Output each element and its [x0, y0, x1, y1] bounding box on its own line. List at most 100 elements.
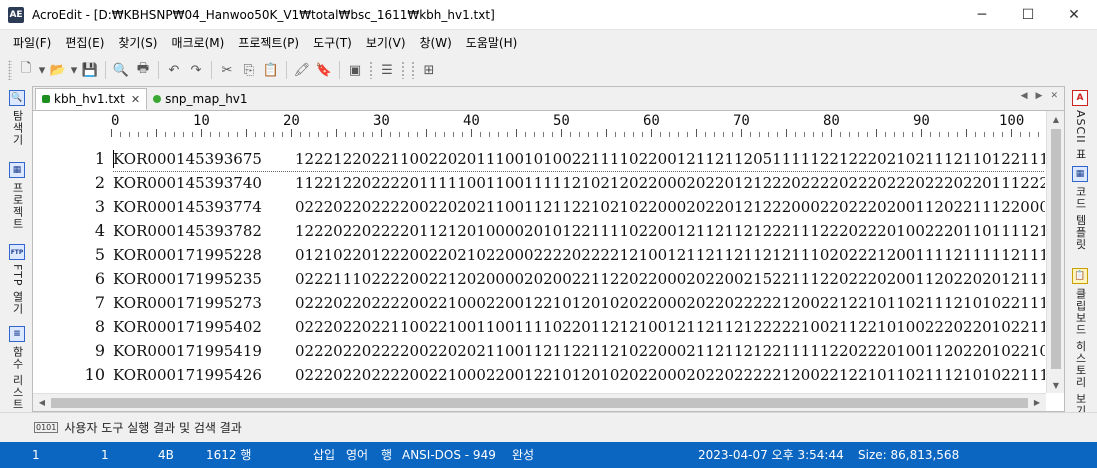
- toolbar-grip[interactable]: [8, 60, 12, 80]
- horizontal-scrollbar[interactable]: ◀ ▶: [33, 393, 1046, 411]
- paste-icon[interactable]: 📋: [260, 59, 282, 81]
- status-wrap-mode[interactable]: 행: [381, 442, 392, 468]
- line-number-gutter: 1 2 3 4 5 6 7 8 9 10: [33, 147, 107, 385]
- side-tab-function-list[interactable]: ≡ 함수 리스트: [6, 326, 28, 411]
- toolbar-separator: [211, 61, 212, 79]
- text-line[interactable]: KOR000145393675 1222122022110022020111001…: [113, 147, 1045, 172]
- new-dropdown-icon[interactable]: ▾: [37, 59, 47, 81]
- toolbar-separator: [105, 61, 106, 79]
- status-line: 1: [32, 448, 40, 462]
- vertical-scroll-thumb[interactable]: [1051, 129, 1061, 369]
- redo-icon[interactable]: ↷: [185, 59, 207, 81]
- genotype-data: 0222022022220022100022001221012010202200…: [295, 294, 1045, 312]
- side-tab-label: 탐색기: [11, 110, 24, 146]
- text-line[interactable]: KOR000145393774 0222022022220022020211001…: [113, 195, 1045, 219]
- side-tab-label: 함수 리스트: [11, 346, 24, 411]
- side-tab-project[interactable]: ▦ 프로젝트: [6, 162, 28, 230]
- text-line[interactable]: KOR000171995273 0222022022220022100022001…: [113, 291, 1045, 315]
- animal-id: KOR000171995402: [113, 318, 262, 336]
- new-file-icon[interactable]: 🗋: [15, 59, 37, 81]
- highlight-icon[interactable]: 🖍: [291, 59, 313, 81]
- line-number: 6: [94, 269, 105, 288]
- output-panel[interactable]: 0101 사용자 도구 실행 결과 및 검색 결과: [0, 412, 1097, 442]
- vertical-scrollbar[interactable]: ▲ ▼: [1046, 111, 1064, 393]
- maximize-button[interactable]: ☐: [1005, 0, 1051, 30]
- print-icon[interactable]: 🖶: [132, 59, 154, 81]
- tab-label: kbh_hv1.txt: [54, 92, 125, 106]
- text-line[interactable]: KOR000145393782 1222022022220112120100002…: [113, 219, 1045, 243]
- minimize-button[interactable]: ─: [959, 0, 1005, 30]
- save-icon[interactable]: 💾: [79, 59, 101, 81]
- scroll-right-icon[interactable]: ▶: [1028, 394, 1046, 410]
- status-autocomplete[interactable]: 완성: [512, 442, 534, 468]
- open-dropdown-icon[interactable]: ▾: [69, 59, 79, 81]
- left-side-panel: 🔍 탐색기 ▦ 프로젝트 FTP FTP 열기 ≡ 함수 리스트: [0, 86, 32, 442]
- line-number: 10: [84, 365, 105, 384]
- side-tab-ascii[interactable]: A ASCII 표: [1069, 90, 1091, 160]
- tab-kbh-hv1[interactable]: kbh_hv1.txt ✕: [35, 88, 148, 110]
- ruler-ticks: [111, 129, 1045, 137]
- scroll-down-icon[interactable]: ▼: [1047, 377, 1065, 393]
- ruler-label: 80: [823, 113, 840, 129]
- status-line-count: 1612 행: [206, 448, 252, 462]
- copy-icon[interactable]: ⎘: [238, 59, 260, 81]
- open-folder-icon[interactable]: 📂: [47, 59, 69, 81]
- bookmark-icon[interactable]: 🔖: [313, 59, 335, 81]
- menu-macro[interactable]: 매크로(M): [164, 30, 231, 56]
- tab-close-all-icon[interactable]: ✕: [1050, 91, 1058, 101]
- menu-file[interactable]: 파일(F): [6, 30, 58, 56]
- text-line[interactable]: KOR000171995228 0121022012220022021022000…: [113, 243, 1045, 267]
- toggle-panel-icon[interactable]: ▣: [344, 59, 366, 81]
- menu-edit[interactable]: 편집(E): [58, 30, 111, 56]
- animal-id: KOR000171995228: [113, 246, 262, 264]
- tab-prev-icon[interactable]: ◀: [1021, 91, 1028, 101]
- side-tab-explorer[interactable]: 🔍 탐색기: [6, 90, 28, 146]
- output-panel-label[interactable]: 사용자 도구 실행 결과 및 검색 결과: [64, 419, 241, 436]
- toolbar: 🗋 ▾ 📂 ▾ 💾 🔍 🖶 ↶ ↷ ✂ ⎘ 📋 🖍 🔖 ▣ ☰ ⊞: [0, 56, 1097, 84]
- undo-icon[interactable]: ↶: [163, 59, 185, 81]
- tab-next-icon[interactable]: ▶: [1036, 91, 1043, 101]
- menu-tools[interactable]: 도구(T): [306, 30, 359, 56]
- text-line[interactable]: KOR000171995235 0222111022220022120200002…: [113, 267, 1045, 291]
- tab-navigation: ◀ ▶ ✕: [1021, 91, 1058, 101]
- ruler-label: 90: [913, 113, 930, 129]
- cut-icon[interactable]: ✂: [216, 59, 238, 81]
- right-side-panel: A ASCII 표 ▦ 코드 템플릿 📋 클립보드 히스토리 보기: [1065, 86, 1097, 442]
- title-bar: AE AcroEdit - [D:₩KBHSNP₩04_Hanwoo50K_V1…: [0, 0, 1097, 30]
- list-icon[interactable]: ☰: [376, 59, 398, 81]
- animal-id: KOR000145393774: [113, 198, 262, 216]
- scroll-left-icon[interactable]: ◀: [33, 394, 51, 410]
- scroll-up-icon[interactable]: ▲: [1047, 111, 1065, 127]
- close-button[interactable]: ✕: [1051, 0, 1097, 30]
- side-tab-clipboard-history[interactable]: 📋 클립보드 히스토리 보기: [1069, 268, 1091, 417]
- status-encoding[interactable]: ANSI-DOS - 949: [402, 442, 496, 468]
- tab-label: snp_map_hv1: [165, 92, 248, 106]
- horizontal-scroll-thumb[interactable]: [51, 398, 1028, 408]
- line-number: 3: [94, 197, 105, 216]
- menu-help[interactable]: 도움말(H): [459, 30, 525, 56]
- status-input-language[interactable]: 영어: [346, 442, 368, 468]
- toolbar-grip: [401, 61, 405, 79]
- tab-close-icon[interactable]: ✕: [131, 93, 140, 106]
- menu-find[interactable]: 찾기(S): [111, 30, 164, 56]
- output-icon: 0101: [34, 422, 59, 433]
- print-preview-icon[interactable]: 🔍: [110, 59, 132, 81]
- tab-snp-map-hv1[interactable]: snp_map_hv1: [147, 88, 253, 110]
- side-tab-code-template[interactable]: ▦ 코드 템플릿: [1069, 166, 1091, 251]
- side-tab-ftp[interactable]: FTP FTP 열기: [6, 244, 28, 315]
- column-ruler: 0 10 20 30 40 50 60 70 80 90 100: [111, 111, 1045, 137]
- status-insert-mode[interactable]: 삽입: [313, 442, 335, 468]
- text-line[interactable]: KOR000171995419 0222022022220022020211001…: [113, 339, 1045, 363]
- text-line[interactable]: KOR000171995426 0222022022220022100022001…: [113, 363, 1045, 385]
- text-area[interactable]: KOR000145393675 1222122022110022020111001…: [113, 147, 1045, 385]
- hex-view-icon[interactable]: ⊞: [418, 59, 440, 81]
- file-icon: [153, 95, 162, 103]
- ruler-label: 100: [999, 113, 1025, 129]
- menu-window[interactable]: 창(W): [413, 30, 459, 56]
- document-tab-bar: kbh_hv1.txt ✕ snp_map_hv1 ◀ ▶ ✕: [33, 87, 1064, 111]
- menu-project[interactable]: 프로젝트(P): [231, 30, 306, 56]
- explorer-icon: 🔍: [9, 90, 25, 106]
- text-line[interactable]: KOR000171995402 0222022022110022100110011…: [113, 315, 1045, 339]
- menu-view[interactable]: 보기(V): [359, 30, 413, 56]
- text-line[interactable]: KOR000145393740 1122122022220111110011001…: [113, 171, 1045, 195]
